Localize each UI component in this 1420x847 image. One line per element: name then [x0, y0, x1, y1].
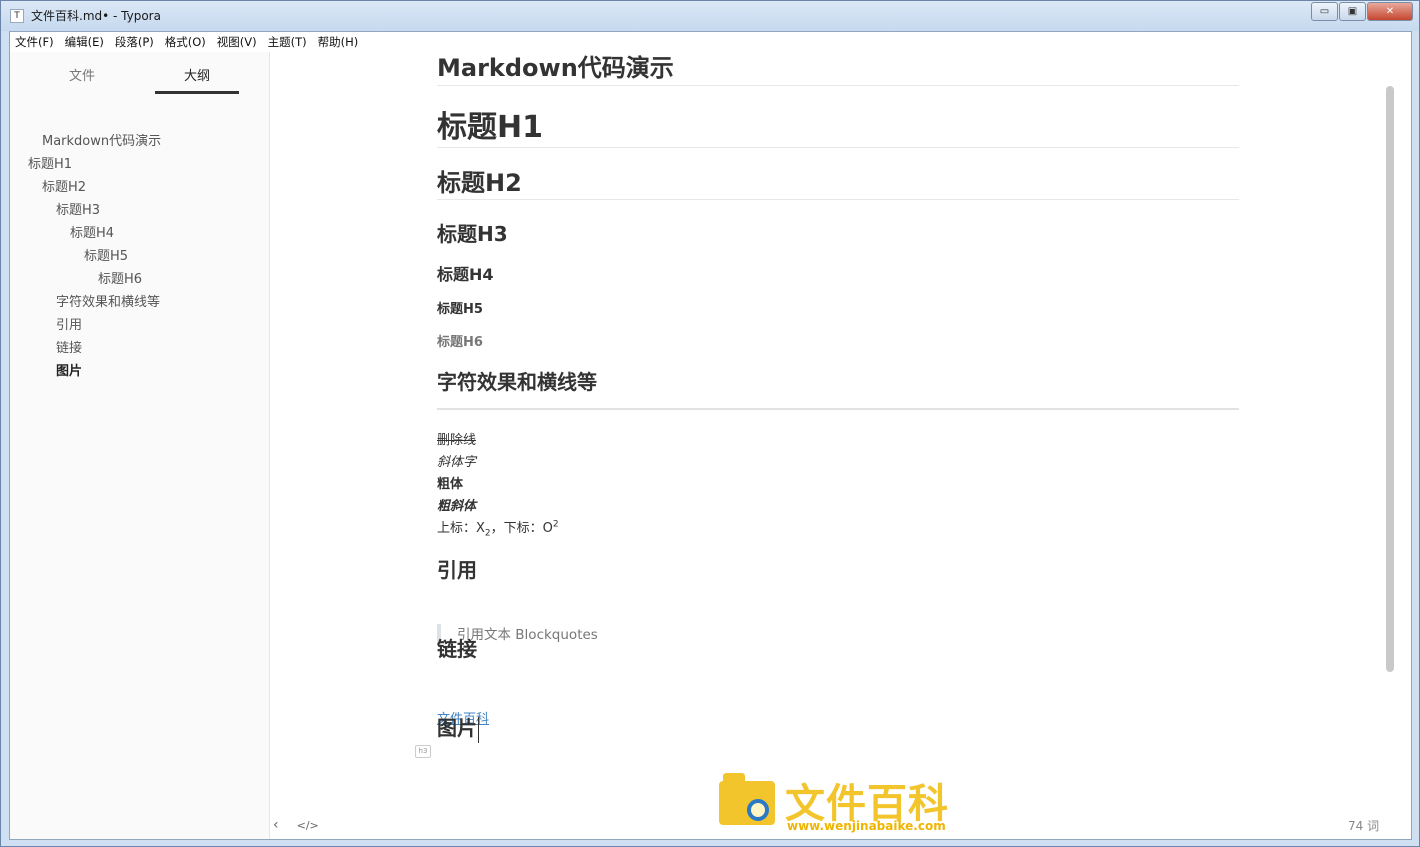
word-count[interactable]: 74 词 [1348, 817, 1379, 834]
outline-item-active[interactable]: 图片 [56, 360, 82, 379]
scrollbar-thumb[interactable] [1386, 86, 1394, 672]
italic-text: 斜体字 [437, 455, 477, 470]
footer-toolbar: ‹ </> [273, 817, 319, 833]
menu-view[interactable]: 视图(V) [212, 32, 263, 52]
bold-text: 粗体 [437, 477, 464, 492]
heading-link: 链接 [437, 637, 477, 661]
minimize-button[interactable]: ▭ [1311, 2, 1338, 21]
heading-level-marker: h3 [415, 745, 431, 758]
vertical-scrollbar[interactable] [1384, 32, 1397, 839]
window-controls: ▭ ▣ ✕ [1310, 2, 1413, 21]
horizontal-rule [437, 408, 1239, 410]
heading-h6: 标题H6 [437, 335, 483, 350]
outline-item[interactable]: 标题H1 [28, 153, 72, 172]
menu-file[interactable]: 文件(F) [10, 32, 60, 52]
title-bar[interactable]: T 文件百科.md• - Typora ▭ ▣ ✕ [1, 1, 1419, 31]
sup-sub-prefix: 上标：X [437, 521, 485, 536]
back-arrow-icon[interactable]: ‹ [273, 817, 279, 833]
outline-item[interactable]: 标题H2 [42, 176, 86, 195]
magnifier-icon [747, 799, 769, 821]
editor-pane[interactable]: Markdown代码演示 标题H1 标题H2 标题H3 标题H4 标题H5 标题… [271, 32, 1397, 839]
heading-underline [437, 85, 1239, 86]
heading-h3: 标题H3 [437, 222, 508, 246]
watermark-url: www.wenjinabaike.com [787, 819, 946, 833]
app-window: T 文件百科.md• - Typora ▭ ▣ ✕ 文件(F) 编辑(E) 段落… [0, 0, 1420, 847]
superscript: 2 [552, 519, 559, 530]
sidebar-tabs: 文件 大纲 [10, 66, 270, 96]
text-cursor [478, 716, 479, 743]
typora-app-icon: T [10, 9, 24, 23]
sidebar: 文件 大纲 Markdown代码演示 标题H1 标题H2 标题H3 标题H4 标… [10, 52, 270, 839]
outline-item[interactable]: 链接 [56, 337, 82, 356]
heading-quote: 引用 [437, 558, 477, 582]
close-button[interactable]: ✕ [1367, 2, 1413, 21]
outline-item[interactable]: 标题H6 [98, 268, 142, 287]
heading-h2: 标题H2 [437, 169, 522, 197]
heading-underline [437, 199, 1239, 200]
outline-item[interactable]: 引用 [56, 314, 82, 333]
heading-h5: 标题H5 [437, 302, 483, 317]
sup-sub-middle: ，下标：O [490, 521, 553, 536]
outline-item[interactable]: 标题H5 [84, 245, 128, 264]
heading-h4: 标题H4 [437, 265, 494, 284]
menu-edit[interactable]: 编辑(E) [60, 32, 110, 52]
outline-item[interactable]: Markdown代码演示 [42, 130, 161, 149]
heading-underline [437, 147, 1239, 148]
client-area: 文件(F) 编辑(E) 段落(P) 格式(O) 视图(V) 主题(T) 帮助(H… [9, 31, 1412, 840]
heading-main: Markdown代码演示 [437, 54, 674, 82]
tab-files[interactable]: 文件 [40, 66, 124, 94]
maximize-button[interactable]: ▣ [1339, 2, 1366, 21]
strikethrough-text: 删除线 [437, 433, 477, 448]
heading-image-text: 图片 [437, 716, 477, 740]
outline-item[interactable]: 字符效果和横线等 [56, 291, 160, 310]
window-title: 文件百科.md• - Typora [31, 9, 161, 23]
tab-outline[interactable]: 大纲 [155, 66, 239, 94]
source-code-icon[interactable]: </> [297, 819, 319, 833]
heading-image[interactable]: 图片 [437, 712, 479, 743]
heading-h1: 标题H1 [437, 110, 543, 145]
menu-format[interactable]: 格式(O) [160, 32, 212, 52]
outline-item[interactable]: 标题H3 [56, 199, 100, 218]
bold-italic-text: 粗斜体 [437, 499, 477, 514]
watermark: 文件百科 www.wenjinabaike.com [719, 771, 969, 833]
sup-sub-line: 上标：X2，下标：O2 [437, 517, 559, 539]
menu-paragraph[interactable]: 段落(P) [110, 32, 160, 52]
heading-effects: 字符效果和横线等 [437, 370, 597, 394]
outline-item[interactable]: 标题H4 [70, 222, 114, 241]
